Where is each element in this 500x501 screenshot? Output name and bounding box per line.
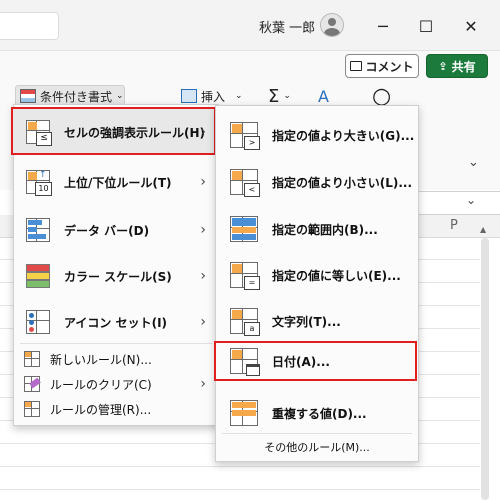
submenu-item-more-rules[interactable]: その他のルール(M)... <box>216 439 418 455</box>
menu-item-highlight-cells-rules[interactable]: ≤ セルの強調表示ルール(H) › <box>14 109 218 155</box>
menu-item-clear-rules[interactable]: ルールのクリア(C) › <box>14 372 218 396</box>
vertical-scrollbar[interactable] <box>481 238 489 500</box>
chevron-right-icon: › <box>200 314 206 330</box>
maximize-button[interactable]: ☐ <box>411 11 441 41</box>
data-bars-icon <box>26 218 50 242</box>
equal-to-icon: = <box>230 262 260 290</box>
submenu-item-between[interactable]: 指定の範囲内(B)... <box>216 210 418 248</box>
menu-item-top-bottom-rules[interactable]: 10 ↑ 上位/下位ルール(T) › <box>14 159 218 205</box>
highlight-cells-rules-icon: ≤ <box>26 120 52 146</box>
duplicate-values-icon <box>230 400 258 426</box>
avatar[interactable] <box>320 13 344 37</box>
menu-item-manage-rules[interactable]: ルールの管理(R)... <box>14 397 218 421</box>
scroll-up-icon[interactable]: ▲ <box>480 225 486 234</box>
submenu-item-label: 重複する値(D)... <box>272 406 367 421</box>
minimize-button[interactable]: ─ <box>368 11 398 41</box>
chevron-right-icon: › <box>200 268 206 284</box>
comment-label: コメント <box>365 59 414 74</box>
insert-icon <box>181 89 197 103</box>
chevron-right-icon: › <box>200 174 206 190</box>
comment-button[interactable]: コメント <box>345 54 419 78</box>
menu-item-icon-sets[interactable]: アイコン セット(I) › <box>14 299 218 345</box>
chevron-down-icon: ⌄ <box>116 91 124 101</box>
between-icon <box>230 216 258 242</box>
clear-rules-icon <box>24 376 41 392</box>
share-label: 共有 <box>451 59 476 74</box>
submenu-item-label: 指定の値より小さい(L)... <box>272 175 413 190</box>
menu-item-label: ルールのクリア(C) <box>50 377 152 392</box>
chevron-down-icon: ⌄ <box>235 91 243 101</box>
menu-item-label: 新しいルール(N)... <box>50 352 152 367</box>
chevron-right-icon: › <box>200 376 206 392</box>
submenu-item-label: 指定の範囲内(B)... <box>272 222 378 237</box>
menu-item-data-bars[interactable]: データ バー(D) › <box>14 207 218 253</box>
menu-item-color-scales[interactable]: カラー スケール(S) › <box>14 253 218 299</box>
autosum-button[interactable]: Σ ⌄ <box>268 85 291 107</box>
cf-label: 条件付き書式 <box>40 89 113 104</box>
submenu-item-text-contains[interactable]: a 文字列(T)... <box>216 302 418 340</box>
submenu-item-label: 指定の値より大きい(G)... <box>272 128 415 143</box>
menu-divider <box>20 343 212 344</box>
menu-item-label: 上位/下位ルール(T) <box>64 175 172 190</box>
submenu-item-less-than[interactable]: < 指定の値より小さい(L)... <box>216 163 418 201</box>
greater-than-icon: > <box>230 122 260 150</box>
formula-expand-icon[interactable]: ⌄ <box>466 193 476 207</box>
color-scales-icon <box>26 264 50 288</box>
conditional-formatting-menu: ≤ セルの強調表示ルール(H) › 10 ↑ 上位/下位ルール(T) › データ… <box>11 104 219 426</box>
comment-icon <box>350 61 363 71</box>
submenu-item-label: 日付(A)... <box>272 354 330 369</box>
highlight-cells-submenu: > 指定の値より大きい(G)... < 指定の値より小さい(L)... 指定の範… <box>214 105 419 462</box>
new-rule-icon <box>24 351 40 367</box>
submenu-item-duplicate-values[interactable]: 重複する値(D)... <box>216 394 418 432</box>
sum-icon: Σ <box>268 85 280 107</box>
share-button[interactable]: ⇪ 共有 <box>426 54 488 78</box>
submenu-item-label: 指定の値に等しい(E)... <box>272 268 401 283</box>
chevron-right-icon: › <box>200 222 206 238</box>
menu-item-label: ルールの管理(R)... <box>50 402 152 417</box>
search-box[interactable] <box>0 12 59 40</box>
user-name: 秋葉 一郎 <box>259 21 316 36</box>
text-contains-icon: a <box>230 308 260 336</box>
submenu-divider <box>222 433 412 434</box>
submenu-item-equal-to[interactable]: = 指定の値に等しい(E)... <box>216 256 418 294</box>
insert-label: 挿入 <box>201 89 226 104</box>
manage-rules-icon <box>24 401 40 417</box>
less-than-icon: < <box>230 169 260 197</box>
column-header-p[interactable]: P <box>450 218 458 233</box>
top-bottom-rules-icon: 10 ↑ <box>26 170 52 196</box>
close-button[interactable]: ✕ <box>456 11 486 41</box>
menu-item-new-rule[interactable]: 新しいルール(N)... <box>14 347 218 371</box>
formula-bar[interactable] <box>416 191 500 215</box>
icon-sets-icon <box>26 310 50 334</box>
chevron-right-icon: › <box>200 124 206 140</box>
menu-item-label: カラー スケール(S) <box>64 269 172 284</box>
sort-filter-button[interactable]: A <box>318 85 329 107</box>
chevron-down-icon: ⌄ <box>283 91 291 101</box>
menu-item-label: アイコン セット(I) <box>64 315 168 330</box>
sort-filter-icon: A <box>318 86 329 106</box>
date-occurring-icon <box>230 348 260 376</box>
submenu-item-date-occurring[interactable]: 日付(A)... <box>216 346 418 376</box>
menu-item-label: データ バー(D) <box>64 223 150 238</box>
submenu-item-label: 文字列(T)... <box>272 314 341 329</box>
submenu-item-greater-than[interactable]: > 指定の値より大きい(G)... <box>216 116 418 154</box>
find-select-button[interactable]: ○ <box>372 84 391 109</box>
menu-item-label: セルの強調表示ルール(H) <box>64 125 206 140</box>
ribbon-collapse-chevron-icon[interactable]: ⌄ <box>468 155 479 170</box>
conditional-formatting-icon <box>20 89 36 103</box>
share-icon: ⇪ <box>438 59 448 73</box>
